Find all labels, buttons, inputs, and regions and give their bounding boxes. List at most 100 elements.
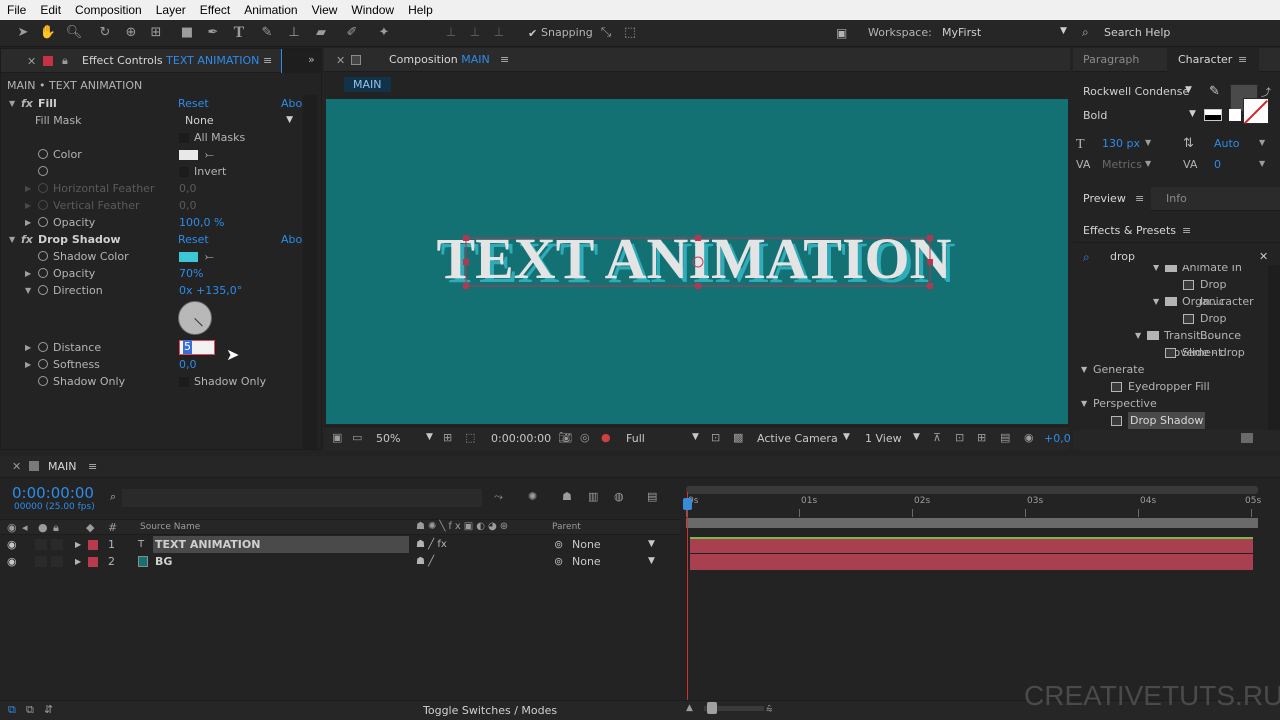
effect-controls-tab[interactable]: Effect Controls TEXT ANIMATION <box>82 54 259 67</box>
comp-navigator-chip[interactable]: MAIN <box>344 77 391 92</box>
snapping-checkbox[interactable]: ✔ <box>528 27 540 40</box>
timeline-tab[interactable]: MAIN <box>48 460 77 473</box>
frame-blending-icon[interactable]: ▥ <box>588 490 598 503</box>
menu-layer[interactable]: Layer <box>149 3 193 17</box>
motion-blur-icon[interactable]: ◍ <box>614 490 624 503</box>
label-color-swatch[interactable] <box>88 540 98 550</box>
color-swatch[interactable] <box>179 150 198 160</box>
snapshot-camera-icon[interactable]: 📷︎ <box>558 431 572 444</box>
reset-link[interactable]: Reset <box>178 231 209 248</box>
axis-world-icon[interactable]: ⟂ <box>466 24 484 42</box>
tab-effects-presets[interactable]: Effects & Presets <box>1083 224 1176 237</box>
color-swatch[interactable] <box>179 252 198 262</box>
toggle-switches-modes-button[interactable]: Toggle Switches / Modes <box>423 704 557 717</box>
camera-tool-icon[interactable]: ⊕ <box>122 24 140 42</box>
stopwatch-icon[interactable] <box>38 217 48 227</box>
panel-menu-icon[interactable]: ≡ <box>263 54 272 67</box>
bounds-handle[interactable] <box>927 259 933 265</box>
stopwatch-icon[interactable] <box>38 268 48 278</box>
expand-triangle-icon[interactable]: ▶ <box>25 180 31 197</box>
property-value[interactable]: 70% <box>179 265 203 282</box>
selection-tool-icon[interactable]: ➤ <box>14 24 32 42</box>
draft-3d-icon[interactable]: ✺ <box>528 490 537 503</box>
stopwatch-icon[interactable] <box>38 166 48 176</box>
graph-editor-icon[interactable]: ▤ <box>647 490 657 503</box>
shadow-only-checkbox[interactable] <box>179 377 189 387</box>
menu-file[interactable]: File <box>0 3 33 17</box>
expand-triangle-icon[interactable]: ▼ <box>25 282 31 299</box>
search-icon[interactable]: ⌕ <box>110 490 116 504</box>
rotate-tool-icon[interactable]: ↻ <box>96 24 114 42</box>
zoom-tool-icon[interactable]: 🔍︎ <box>65 24 83 42</box>
expand-triangle-icon[interactable]: ▶ <box>75 553 81 570</box>
layer-audio-toggle[interactable] <box>35 556 47 567</box>
kerning-value[interactable]: Metrics <box>1102 158 1142 171</box>
chevron-down-icon[interactable]: ▼ <box>1259 138 1265 147</box>
views-select[interactable]: 1 View ▼ <box>865 432 925 445</box>
close-icon[interactable]: ✕ <box>12 460 21 473</box>
bounds-handle[interactable] <box>463 283 469 289</box>
about-link[interactable]: Abo <box>281 95 302 112</box>
all-masks-checkbox[interactable] <box>179 133 189 143</box>
column-source-name[interactable]: Source Name <box>140 522 200 532</box>
pickwhip-icon[interactable]: ⊚ <box>554 553 563 570</box>
new-preset-icon[interactable] <box>1241 433 1253 443</box>
tab-preview[interactable]: Preview <box>1083 192 1126 205</box>
axis-view-icon[interactable]: ⟂ <box>490 24 508 42</box>
menu-view[interactable]: View <box>305 3 345 17</box>
eyedropper-icon[interactable]: ✎ <box>1209 84 1220 99</box>
menu-animation[interactable]: Animation <box>237 3 304 17</box>
stroke-color-swatch[interactable] <box>1243 98 1269 125</box>
layer-switches[interactable]: ☗ ╱ fx <box>416 536 447 553</box>
stopwatch-icon[interactable] <box>38 149 48 159</box>
expand-triangle-icon[interactable]: ▼ <box>1081 395 1087 412</box>
effect-controls-scrollbar[interactable] <box>303 95 317 449</box>
fill-mask-dropdown[interactable]: None ▼ <box>179 112 299 129</box>
stopwatch-icon[interactable] <box>38 359 48 369</box>
direction-dial[interactable] <box>178 301 212 335</box>
bounds-handle[interactable] <box>463 259 469 265</box>
comp-viewer[interactable]: TEXT ANIMATION TEXT ANIMATION <box>326 99 1068 424</box>
timeline-search-input[interactable] <box>122 489 482 507</box>
pickwhip-icon[interactable]: ⊚ <box>554 536 563 553</box>
expand-triangle-icon[interactable]: ▶ <box>75 536 81 553</box>
rectangle-tool-icon[interactable]: ■ <box>178 24 196 42</box>
layer-solo-toggle[interactable] <box>51 556 63 567</box>
workspace-select[interactable]: MyFirst ▼ <box>942 26 1072 39</box>
text-tool-icon[interactable]: T <box>230 24 248 42</box>
reset-link[interactable]: Reset <box>178 95 209 112</box>
stopwatch-icon[interactable] <box>38 342 48 352</box>
panel-menu-icon[interactable]: ≡ <box>500 53 509 66</box>
clear-search-icon[interactable]: ✕ <box>1259 250 1268 263</box>
chevron-down-icon[interactable]: ▼ <box>1259 159 1265 168</box>
label-color-swatch[interactable] <box>88 557 98 567</box>
stopwatch-icon[interactable] <box>38 200 48 210</box>
zoom-out-icon[interactable]: ▲ <box>686 703 693 713</box>
chevron-down-icon[interactable]: ▼ <box>1145 159 1151 168</box>
layer-audio-toggle[interactable] <box>35 539 47 550</box>
panel-menu-icon[interactable]: ≡ <box>1135 192 1144 205</box>
fx-icon[interactable]: fx <box>21 95 33 112</box>
timeline-icon[interactable]: ⊞ <box>977 431 986 444</box>
bounds-handle[interactable] <box>463 235 469 241</box>
playhead-handle[interactable] <box>683 498 692 510</box>
mask-visibility-icon[interactable]: ⬚ <box>465 431 475 444</box>
shy-layers-icon[interactable]: ☗ <box>562 490 572 503</box>
layer-switches-icon[interactable]: ⧉ <box>8 703 16 717</box>
property-value[interactable]: 0x +135,0° <box>179 282 242 299</box>
panel-menu-icon[interactable]: ≡ <box>88 460 97 473</box>
resolution-select[interactable]: Full ▼ <box>626 432 706 445</box>
property-value[interactable]: 0,0 <box>179 180 197 197</box>
bounds-handle[interactable] <box>927 283 933 289</box>
snap-edges-icon[interactable]: ⤡ <box>597 24 615 42</box>
roto-brush-tool-icon[interactable]: ✐ <box>343 24 361 42</box>
close-icon[interactable]: ✕ <box>336 54 345 67</box>
transparency-grid-icon[interactable]: ▩ <box>733 431 743 444</box>
transfer-controls-icon[interactable]: ⧉ <box>26 703 34 717</box>
close-icon[interactable]: ✕ <box>27 55 36 68</box>
in-out-icon[interactable]: ⇵ <box>44 703 53 716</box>
effects-tree-item[interactable]: Drop Bounce <box>1073 310 1268 342</box>
pan-behind-tool-icon[interactable]: ⊞ <box>147 24 165 42</box>
eyedropper-icon[interactable]: ⤚ <box>205 248 214 265</box>
effects-tree-item[interactable]: Drop Shadow <box>1073 412 1268 429</box>
